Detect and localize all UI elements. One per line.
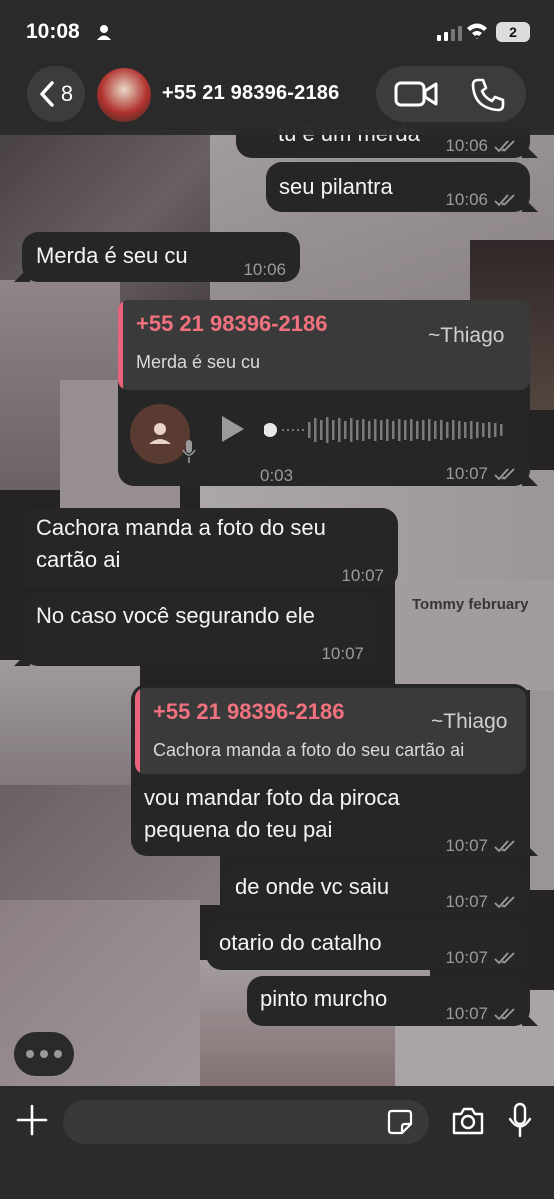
audio-waveform[interactable]: [264, 410, 514, 450]
plus-icon[interactable]: [14, 1102, 50, 1138]
read-ticks-icon: [494, 1008, 515, 1021]
voice-message-outgoing[interactable]: +55 21 98396-2186 ~Thiago Merda é seu cu…: [118, 300, 530, 486]
voice-duration: 0:03: [260, 466, 294, 485]
quoted-message[interactable]: +55 21 98396-2186 ~Thiago Merda é seu cu: [118, 300, 530, 390]
message-input[interactable]: [63, 1100, 429, 1144]
back-button[interactable]: 8: [27, 66, 85, 122]
read-ticks-icon: [494, 896, 515, 909]
quote-alias: ~Thiago: [428, 324, 505, 347]
message-time: 10:07: [445, 892, 488, 911]
message-time: 10:06: [445, 190, 488, 209]
message-time: 10:07: [445, 948, 488, 967]
message-meta: 10:07: [341, 560, 384, 592]
status-time: 10:08: [26, 20, 80, 43]
message-outgoing[interactable]: otario do catalho 10:07: [206, 920, 530, 970]
message-text-line: vou mandar foto da piroca: [144, 785, 400, 810]
composer-bar: [0, 1086, 554, 1199]
message-time: 10:07: [445, 836, 488, 855]
message-meta: 10:07: [445, 886, 516, 918]
typing-indicator-icon: [14, 1032, 74, 1076]
signal-icon: [437, 26, 462, 41]
message-incoming[interactable]: Cachora manda a foto do seu cartão ai 10…: [22, 508, 398, 588]
person-icon: [149, 423, 171, 444]
message-list[interactable]: tu é um merda 10:06 seu pilantra 10:06 M…: [0, 0, 554, 1199]
message-text: pinto murcho: [260, 986, 388, 1011]
read-ticks-icon: [494, 952, 515, 965]
unread-count: 8: [60, 81, 74, 106]
message-text: No caso você segurando ele: [36, 603, 315, 628]
message-text-line: pequena do teu pai: [144, 817, 333, 842]
video-icon[interactable]: [394, 78, 438, 110]
play-icon[interactable]: [222, 416, 244, 442]
message-meta: 10:07: [445, 942, 516, 974]
message-text-line: Cachora manda a foto do seu: [36, 515, 326, 540]
sticker-icon[interactable]: [387, 1109, 413, 1135]
message-outgoing[interactable]: +55 21 98396-2186 ~Thiago Cachora manda …: [131, 684, 530, 856]
message-time: 10:06: [243, 260, 286, 279]
camera-icon[interactable]: [451, 1106, 485, 1136]
message-meta: 10:07: [445, 458, 516, 490]
message-time: 10:07: [321, 644, 364, 663]
message-meta: 10:07: [321, 638, 364, 670]
message-time: 10:07: [341, 566, 384, 585]
person-icon: [97, 25, 111, 40]
message-meta: 10:06: [445, 184, 516, 216]
message-text: otario do catalho: [219, 930, 382, 955]
battery-icon: 2: [496, 22, 530, 42]
message-time: 10:07: [445, 1004, 488, 1023]
message-meta: 10:07: [445, 998, 516, 1030]
voice-sender-avatar: [130, 404, 190, 464]
message-time: 10:07: [445, 464, 488, 483]
message-text: seu pilantra: [279, 174, 393, 199]
quote-author: +55 21 98396-2186: [153, 699, 345, 724]
mic-icon[interactable]: [508, 1102, 532, 1138]
message-outgoing[interactable]: de onde vc saiu 10:07: [222, 864, 530, 914]
message-incoming[interactable]: No caso você segurando ele 10:07: [22, 594, 378, 666]
message-incoming[interactable]: Merda é seu cu 10:06: [22, 232, 300, 282]
phone-icon[interactable]: [470, 77, 506, 113]
message-meta: 10:06: [243, 254, 286, 286]
message-text-line: cartão ai: [36, 547, 121, 572]
contact-avatar[interactable]: [97, 68, 151, 122]
call-actions: [376, 66, 526, 122]
read-ticks-icon: [494, 194, 515, 207]
status-bar: 10:08 2: [0, 0, 554, 60]
message-meta: 10:07: [445, 830, 516, 862]
contact-name[interactable]: +55 21 98396-2186: [162, 82, 339, 105]
read-ticks-icon: [494, 140, 515, 153]
quote-text: Cachora manda a foto do seu cartão ai: [153, 740, 465, 760]
quoted-message[interactable]: +55 21 98396-2186 ~Thiago Cachora manda …: [135, 688, 526, 774]
chat-header: 8 +55 21 98396-2186: [0, 60, 554, 135]
message-text: Merda é seu cu: [36, 243, 188, 268]
wifi-icon: [467, 23, 487, 39]
quote-text: Merda é seu cu: [136, 352, 261, 372]
message-text: de onde vc saiu: [235, 874, 390, 899]
message-outgoing[interactable]: pinto murcho 10:07: [247, 976, 530, 1026]
mic-icon: [182, 440, 196, 463]
read-ticks-icon: [494, 468, 515, 481]
read-ticks-icon: [494, 840, 515, 853]
message-outgoing[interactable]: seu pilantra 10:06: [266, 162, 530, 212]
quote-author: +55 21 98396-2186: [136, 311, 328, 336]
chevron-left-icon: [40, 81, 54, 107]
